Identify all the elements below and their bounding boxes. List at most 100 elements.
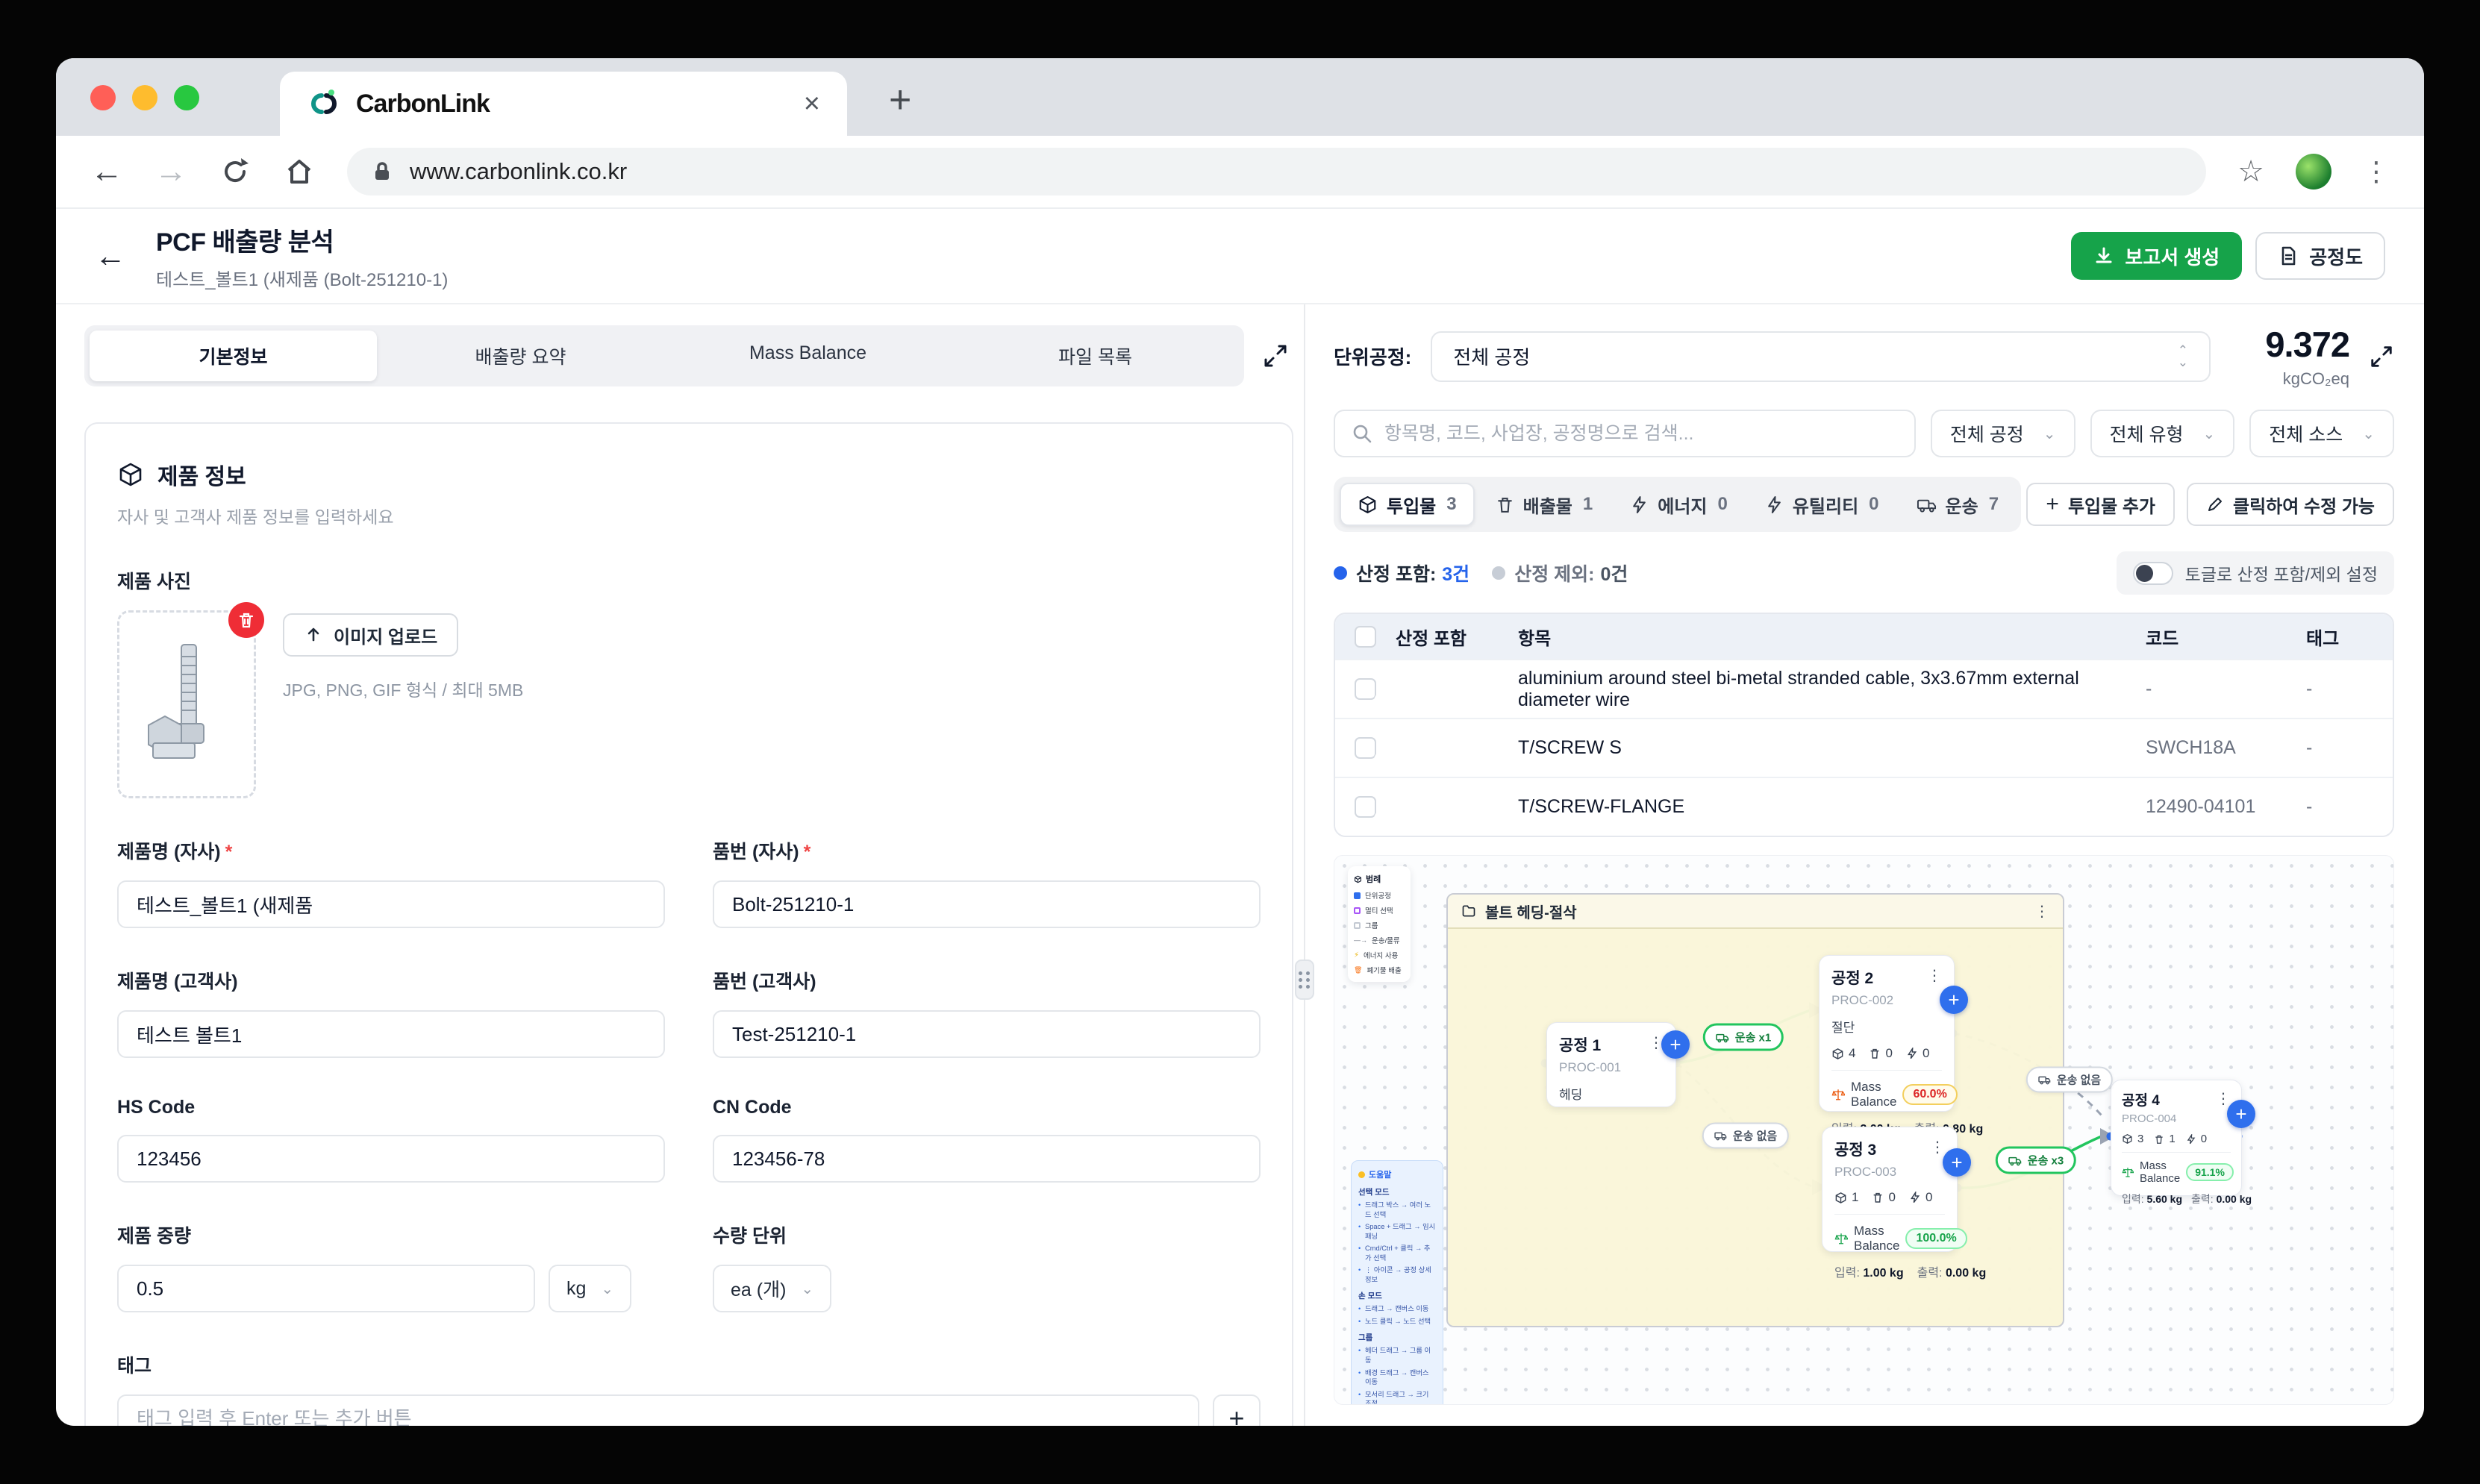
group-menu-icon[interactable]: ⋮	[2034, 902, 2049, 921]
process-node-1[interactable]: 공정 1 ⋮ PROC-001 헤딩 +	[1546, 1022, 1690, 1107]
table-row[interactable]: T/SCREW S SWCH18A -	[1335, 718, 2393, 777]
chip-outputs[interactable]: 배출물 1	[1479, 483, 1610, 526]
bookmark-star-icon[interactable]: ☆	[2237, 154, 2264, 189]
new-tab-button[interactable]: +	[889, 78, 911, 122]
chip-energy[interactable]: 에너지 0	[1614, 483, 1744, 526]
process-group-title: 볼트 헤딩-절삭	[1485, 904, 1577, 921]
edge-transport-badge[interactable]: 운송 x3	[1995, 1146, 2077, 1174]
node-title: 공정 3	[1834, 1142, 1877, 1159]
item-code: SWCH18A	[2146, 737, 2236, 758]
expand-emissions-icon[interactable]	[2369, 344, 2394, 369]
tab-emission-summary[interactable]: 배출량 요약	[377, 331, 664, 381]
address-bar[interactable]: www.carbonlink.co.kr	[347, 148, 2207, 195]
reload-icon[interactable]	[219, 155, 252, 188]
page-back-icon[interactable]: ←	[95, 238, 126, 274]
col-item-header: 항목	[1518, 628, 1552, 649]
item-search[interactable]	[1334, 410, 1916, 457]
edit-hint-button[interactable]: 클릭하여 수정 가능	[2187, 483, 2394, 526]
node-title: 공정 4	[2122, 1093, 2160, 1109]
product-name-own-input[interactable]	[117, 880, 665, 928]
add-connection-button[interactable]: +	[1661, 1030, 1690, 1059]
add-connection-button[interactable]: +	[1940, 986, 1968, 1014]
weight-unit-value: kg	[566, 1277, 587, 1299]
tag-input[interactable]	[117, 1394, 1199, 1426]
profile-avatar[interactable]	[2296, 154, 2331, 190]
cn-code-input[interactable]	[713, 1135, 1261, 1183]
edge-no-transport-badge[interactable]: 운송 없음	[2025, 1066, 2114, 1093]
weight-unit-select[interactable]: kg ⌄	[549, 1265, 632, 1312]
node-menu-icon[interactable]: ⋮	[1930, 1138, 1945, 1156]
process-flow-canvas[interactable]: 범례 단위공정 멀티 선택 그룹 —→ 운송/물류 ⚡ 에너지 사용 🗑 폐기물 배출	[1334, 855, 2394, 1405]
process-group-header[interactable]: 볼트 헤딩-절삭 ⋮	[1448, 895, 2063, 929]
upload-hint: JPG, PNG, GIF 형식 / 최대 5MB	[283, 680, 524, 700]
item-search-input[interactable]	[1384, 422, 1898, 445]
browser-menu-icon[interactable]: ⋮	[2363, 156, 2390, 187]
edge-transport-badge[interactable]: 운송 x1	[1702, 1023, 1784, 1051]
select-all-checkbox[interactable]	[1355, 625, 1376, 648]
process-node-2[interactable]: 공정 2 ⋮ PROC-002 절단 4 0 0 Mass Balance 60	[1819, 955, 1983, 1136]
field-label: HS Code	[117, 1097, 196, 1118]
tab-file-list[interactable]: 파일 목록	[952, 331, 1239, 381]
filter-source-select[interactable]: 전체 소스 ⌄	[2249, 410, 2394, 457]
row-checkbox[interactable]	[1355, 737, 1376, 759]
home-icon[interactable]	[283, 155, 316, 188]
part-number-customer-input[interactable]	[713, 1010, 1261, 1058]
back-icon[interactable]: ←	[90, 155, 123, 188]
mass-balance-badge: 60.0%	[1902, 1084, 1958, 1105]
chip-inputs[interactable]: 투입물 3	[1340, 483, 1475, 526]
product-photo[interactable]	[117, 602, 264, 798]
delete-photo-button[interactable]	[228, 602, 264, 638]
legend-transport-line: —→	[1354, 936, 1367, 944]
node-menu-icon[interactable]: ⋮	[2216, 1089, 2231, 1108]
process-node-3[interactable]: 공정 3 ⋮ PROC-003 1 0 0 Mass Balance 100.0…	[1822, 1127, 1986, 1280]
filter-process-select[interactable]: 전체 공정 ⌄	[1930, 410, 2075, 457]
forward-icon[interactable]: →	[154, 155, 187, 188]
product-name-customer-input[interactable]	[117, 1010, 665, 1058]
table-row[interactable]: T/SCREW-FLANGE 12490-04101 -	[1335, 777, 2393, 836]
add-connection-button[interactable]: +	[2227, 1100, 2255, 1128]
hs-code-input[interactable]	[117, 1135, 665, 1183]
included-label: 산정 포함:	[1356, 564, 1437, 585]
filter-type-select[interactable]: 전체 유형 ⌄	[2090, 410, 2235, 457]
chip-transport[interactable]: 운송 7	[1900, 483, 2016, 526]
row-checkbox[interactable]	[1355, 678, 1376, 700]
add-input-button[interactable]: + 투입물 추가	[2026, 483, 2176, 526]
lightning-icon	[1910, 1192, 1920, 1203]
edge-no-transport-badge[interactable]: 운송 없음	[1702, 1122, 1790, 1149]
table-row[interactable]: aluminium around steel bi-metal stranded…	[1335, 659, 2393, 718]
mass-balance-badge: 100.0%	[1905, 1228, 1967, 1249]
part-number-own-input[interactable]	[713, 880, 1261, 928]
lightning-icon	[1767, 495, 1781, 513]
minimize-window-button[interactable]	[132, 85, 157, 110]
maximize-window-button[interactable]	[174, 85, 199, 110]
legend-panel: 범례 단위공정 멀티 선택 그룹 —→ 운송/물류 ⚡ 에너지 사용 🗑 폐기물 배출	[1348, 866, 1411, 982]
process-map-button[interactable]: 공정도	[2255, 232, 2385, 280]
item-name: T/SCREW S	[1518, 737, 1622, 758]
generate-report-button[interactable]: 보고서 생성	[2071, 232, 2243, 280]
node-code: PROC-004	[2122, 1112, 2177, 1125]
row-checkbox[interactable]	[1355, 796, 1376, 818]
weight-input[interactable]	[117, 1265, 535, 1312]
process-node-4[interactable]: 공정 4 ⋮ PROC-004 3 1 0 Mass Balance 91.1%	[2111, 1080, 2255, 1205]
node-menu-icon[interactable]: ⋮	[1927, 966, 1942, 985]
unit-process-select[interactable]: 전체 공정 ⌃ ⌄	[1431, 331, 2211, 382]
chip-utility[interactable]: 유틸리티 0	[1749, 483, 1896, 526]
add-connection-button[interactable]: +	[1943, 1148, 1971, 1177]
toggle-mode-hint[interactable]: 토글로 산정 포함/제외 설정	[2116, 551, 2394, 595]
lock-icon	[375, 162, 389, 180]
add-tag-button[interactable]: +	[1213, 1394, 1261, 1426]
tab-mass-balance[interactable]: Mass Balance	[664, 331, 952, 381]
panel-resize-handle[interactable]	[1295, 959, 1314, 1000]
tab-basic-info[interactable]: 기본정보	[90, 331, 377, 381]
truck-icon	[1714, 1132, 1727, 1141]
expand-panel-icon[interactable]	[1262, 342, 1296, 369]
truck-icon	[2008, 1156, 2022, 1165]
upload-image-button[interactable]: 이미지 업로드	[283, 613, 459, 657]
tab-close-icon[interactable]: ×	[804, 88, 820, 120]
close-window-button[interactable]	[90, 85, 116, 110]
mode-toggle[interactable]	[2132, 561, 2173, 585]
browser-tab[interactable]: CarbonLink ×	[280, 72, 847, 136]
quantity-unit-select[interactable]: ea (개) ⌄	[713, 1265, 832, 1312]
chevron-down-icon: ⌄	[801, 1280, 814, 1297]
package-icon	[1835, 1192, 1846, 1203]
